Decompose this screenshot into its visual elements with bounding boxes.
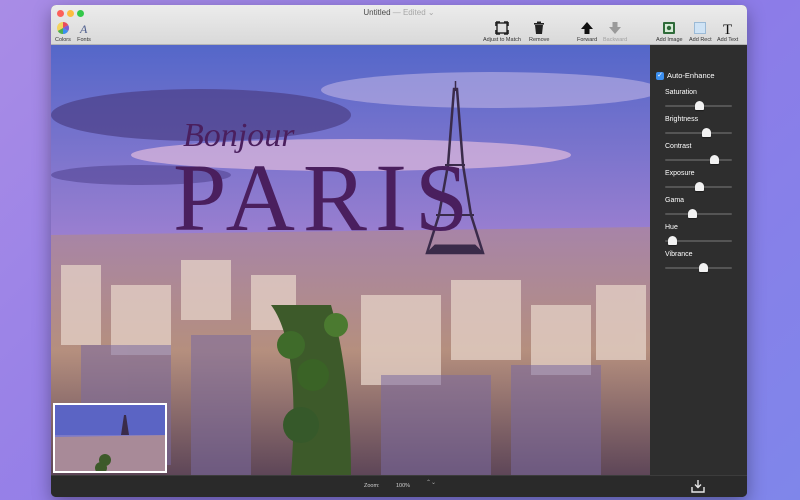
- zoom-value: 100%: [396, 483, 411, 489]
- rectangle-icon: [694, 22, 707, 34]
- adjust-label: Adjust to Match: [483, 37, 521, 43]
- forward-label: Forward: [577, 37, 598, 43]
- add-rect-button[interactable]: Add Rect: [689, 19, 712, 43]
- preview-thumbnail[interactable]: [53, 403, 167, 473]
- remove-label: Remove: [529, 37, 550, 43]
- add-image-label: Add Image: [656, 37, 683, 43]
- svg-text:T: T: [723, 22, 732, 35]
- remove-button[interactable]: Remove: [529, 19, 549, 43]
- send-backward-icon: [609, 22, 622, 34]
- add-image-button[interactable]: Add Image: [656, 19, 683, 43]
- slider-knob-exposure[interactable]: [695, 182, 705, 191]
- zoom-stepper[interactable]: ⌃⌄: [426, 480, 436, 486]
- fonts-button[interactable]: A Fonts: [77, 19, 91, 43]
- text-icon: T: [723, 22, 732, 35]
- slider-label-exposure: Exposure: [665, 170, 695, 177]
- paris-text: PARIS: [173, 144, 476, 251]
- slider-knob-brightness[interactable]: [702, 128, 712, 137]
- fonts-label: Fonts: [77, 37, 91, 43]
- slider-track-brightness[interactable]: [665, 132, 732, 134]
- adjust-to-match-button[interactable]: Adjust to Match: [483, 19, 521, 43]
- export-button[interactable]: [691, 480, 705, 497]
- document-name: Untitled: [363, 8, 391, 17]
- colors-label: Colors: [55, 37, 71, 43]
- editing-canvas[interactable]: Bonjour PARIS: [51, 45, 650, 475]
- slider-knob-hue[interactable]: [667, 236, 677, 245]
- slider-label-gama: Gama: [665, 197, 685, 204]
- thumbnail-image: [55, 405, 165, 471]
- auto-enhance-label: Auto-Enhance: [667, 71, 715, 80]
- font-icon: A: [79, 22, 88, 35]
- document-status[interactable]: — Edited ⌄: [393, 8, 435, 17]
- forward-button[interactable]: Forward: [577, 19, 597, 43]
- slider-track-gama[interactable]: [665, 213, 732, 215]
- slider-knob-vibrance[interactable]: [698, 263, 708, 272]
- slider-label-saturation: Saturation: [665, 89, 697, 96]
- titlebar: Untitled — Edited ⌄ Colors A Fonts Adjus…: [51, 5, 747, 45]
- image-icon: [663, 22, 676, 34]
- status-bar: Zoom: 100% ⌃⌄: [51, 475, 747, 497]
- svg-text:A: A: [79, 22, 88, 35]
- app-window: Untitled — Edited ⌄ Colors A Fonts Adjus…: [51, 5, 747, 497]
- slider-label-hue: Hue: [665, 224, 678, 231]
- bring-forward-icon: [581, 22, 594, 34]
- slider-label-brightness: Brightness: [665, 116, 699, 123]
- add-text-button[interactable]: T Add Text: [717, 19, 738, 43]
- color-wheel-icon: [56, 21, 69, 34]
- zoom-label: Zoom:: [364, 483, 380, 489]
- backward-label: Backward: [603, 37, 628, 43]
- trash-icon: [534, 21, 545, 34]
- slider-track-contrast[interactable]: [665, 159, 732, 161]
- auto-enhance-checkbox[interactable]: ✓: [656, 71, 664, 80]
- slider-knob-contrast[interactable]: [710, 155, 720, 164]
- adjustments-panel: ✓ Auto-Enhance Saturation Brightness Contr…: [650, 45, 747, 475]
- colors-button[interactable]: Colors: [55, 19, 71, 43]
- backward-button[interactable]: Backward: [603, 19, 627, 43]
- slider-label-contrast: Contrast: [665, 143, 692, 150]
- download-icon: [691, 480, 705, 493]
- slider-knob-saturation[interactable]: [695, 101, 705, 110]
- auto-enhance-row[interactable]: ✓ Auto-Enhance: [656, 71, 715, 80]
- add-text-label: Add Text: [717, 37, 739, 43]
- adjust-frame-icon: [495, 21, 509, 35]
- add-rect-label: Add Rect: [689, 37, 712, 43]
- window-title: Untitled — Edited ⌄: [51, 8, 747, 17]
- slider-label-vibrance: Vibrance: [665, 251, 693, 258]
- slider-knob-gama[interactable]: [688, 209, 698, 218]
